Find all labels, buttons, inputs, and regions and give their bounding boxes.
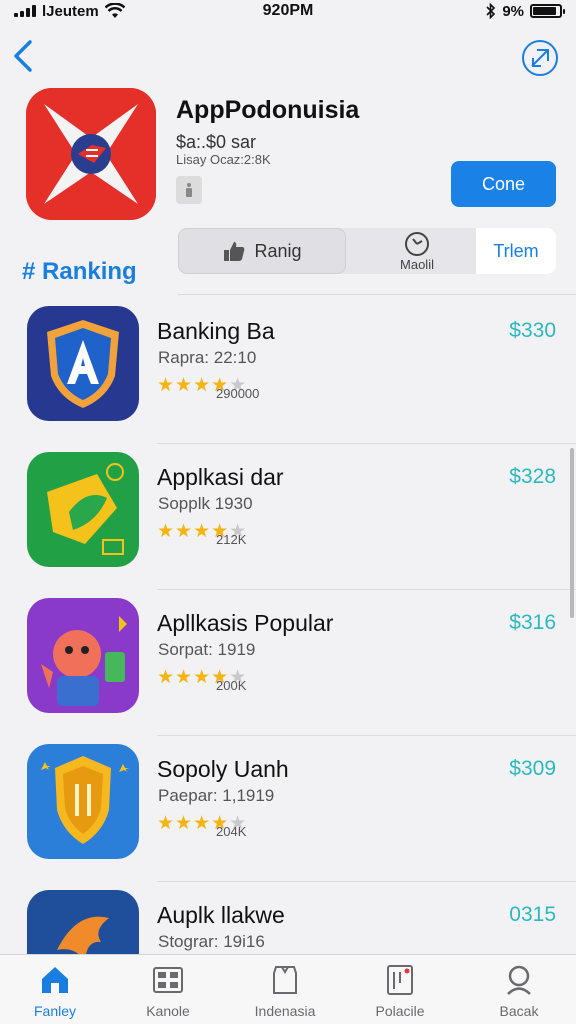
review-count: 290000 [216,386,260,401]
back-button[interactable] [10,38,40,74]
battery-fill [533,7,557,15]
app-icon [27,598,139,713]
list-item[interactable]: Applkasi dar Sopplk 1930 ★★★★★ 212K $328 [0,444,576,590]
app-title: Banking Ba [157,318,275,344]
tab-label: Polacile [375,1003,425,1019]
section-title: # Ranking [22,258,137,285]
chevron-left-icon [14,40,32,72]
clock-icon [405,231,429,256]
app-price[interactable]: $328 [509,465,556,489]
segment-ranking[interactable]: Ranig [178,228,346,274]
segmented-control: Ranig Maolil Trlem [178,228,556,274]
app-icon [27,452,139,567]
document-icon [387,965,413,995]
app-title: Sopoly Uanh [157,756,289,782]
app-icon [27,306,139,421]
review-count: 204K [216,824,247,839]
share-icon [531,49,549,67]
age-rating-badge [176,176,202,204]
tab-polacile[interactable]: Polacile [345,963,455,1019]
featured-app-icon[interactable] [26,88,156,220]
segment-ranking-label: Ranig [254,240,302,261]
featured-app-meta: Lisay Ocaz:2:8K [176,152,271,167]
featured-app-artwork [26,88,156,220]
app-subtitle: Sopplk 1930 [158,494,253,513]
battery-icon [530,4,565,18]
status-bar: lJeutem 920PM 9% [0,0,576,22]
app-icon [27,744,139,859]
get-button[interactable]: Cone [451,161,556,207]
info-icon [186,183,192,197]
tab-label: Bacak [499,1003,539,1019]
section-divider [178,294,576,295]
thumbs-up-icon [224,242,245,261]
review-count: 200K [216,678,247,693]
app-title: Auplk llakwe [157,902,285,928]
app-subtitle: Paepar: 1,1919 [158,786,275,805]
battery-percent: 9% [502,2,524,20]
status-right: 9% [486,0,565,22]
tab-label: Kanole [146,1003,190,1019]
app-title: Applkasi dar [157,464,284,490]
list-item[interactable]: Sopoly Uanh Paepar: 1,1919 ★★★★★ 204K $3… [0,736,576,882]
tab-kanole[interactable]: Kanole [113,963,223,1019]
segment-mobil[interactable]: Maolil [358,228,476,274]
scrollbar[interactable] [570,448,574,618]
app-subtitle: Sorpat: 1919 [158,640,256,659]
app-price[interactable]: $330 [509,319,556,343]
app-title: Apllkasis Popular [157,610,334,636]
tab-bacak[interactable]: Bacak [464,963,574,1019]
app-price[interactable]: $309 [509,757,556,781]
app-subtitle: Rapra: 22:10 [158,348,257,367]
app-price[interactable]: 0315 [509,903,556,927]
list-item[interactable]: Apllkasis Popular Sorpat: 1919 ★★★★★ 200… [0,590,576,736]
segment-trending[interactable]: Trlem [476,228,556,274]
segment-mobil-label: Maolil [400,256,434,272]
list-item[interactable]: Banking Ba Rapra: 22:10 ★★★★★ 290000 $33… [0,298,576,444]
app-price[interactable]: $316 [509,611,556,635]
tab-fanley[interactable]: Fanley [0,963,110,1019]
tab-label: Fanley [33,1003,77,1019]
home-icon [42,967,68,993]
tab-label: Indenasia [254,1003,316,1019]
tab-indenasia[interactable]: Indenasia [230,963,340,1019]
shield-icon [273,966,297,994]
share-button[interactable] [522,40,558,76]
app-subtitle: Stograr: 19i16 [158,932,265,951]
featured-app-price: $a:.$0 sar [176,132,257,152]
tab-bar: Fanley Kanole Indenasia Polacile Bacak [0,954,576,1024]
grid-icon [153,967,183,993]
review-count: 212K [216,532,247,547]
bluetooth-icon [486,3,496,19]
featured-app-title: AppPodonuisia [176,96,360,124]
search-icon [507,965,531,995]
